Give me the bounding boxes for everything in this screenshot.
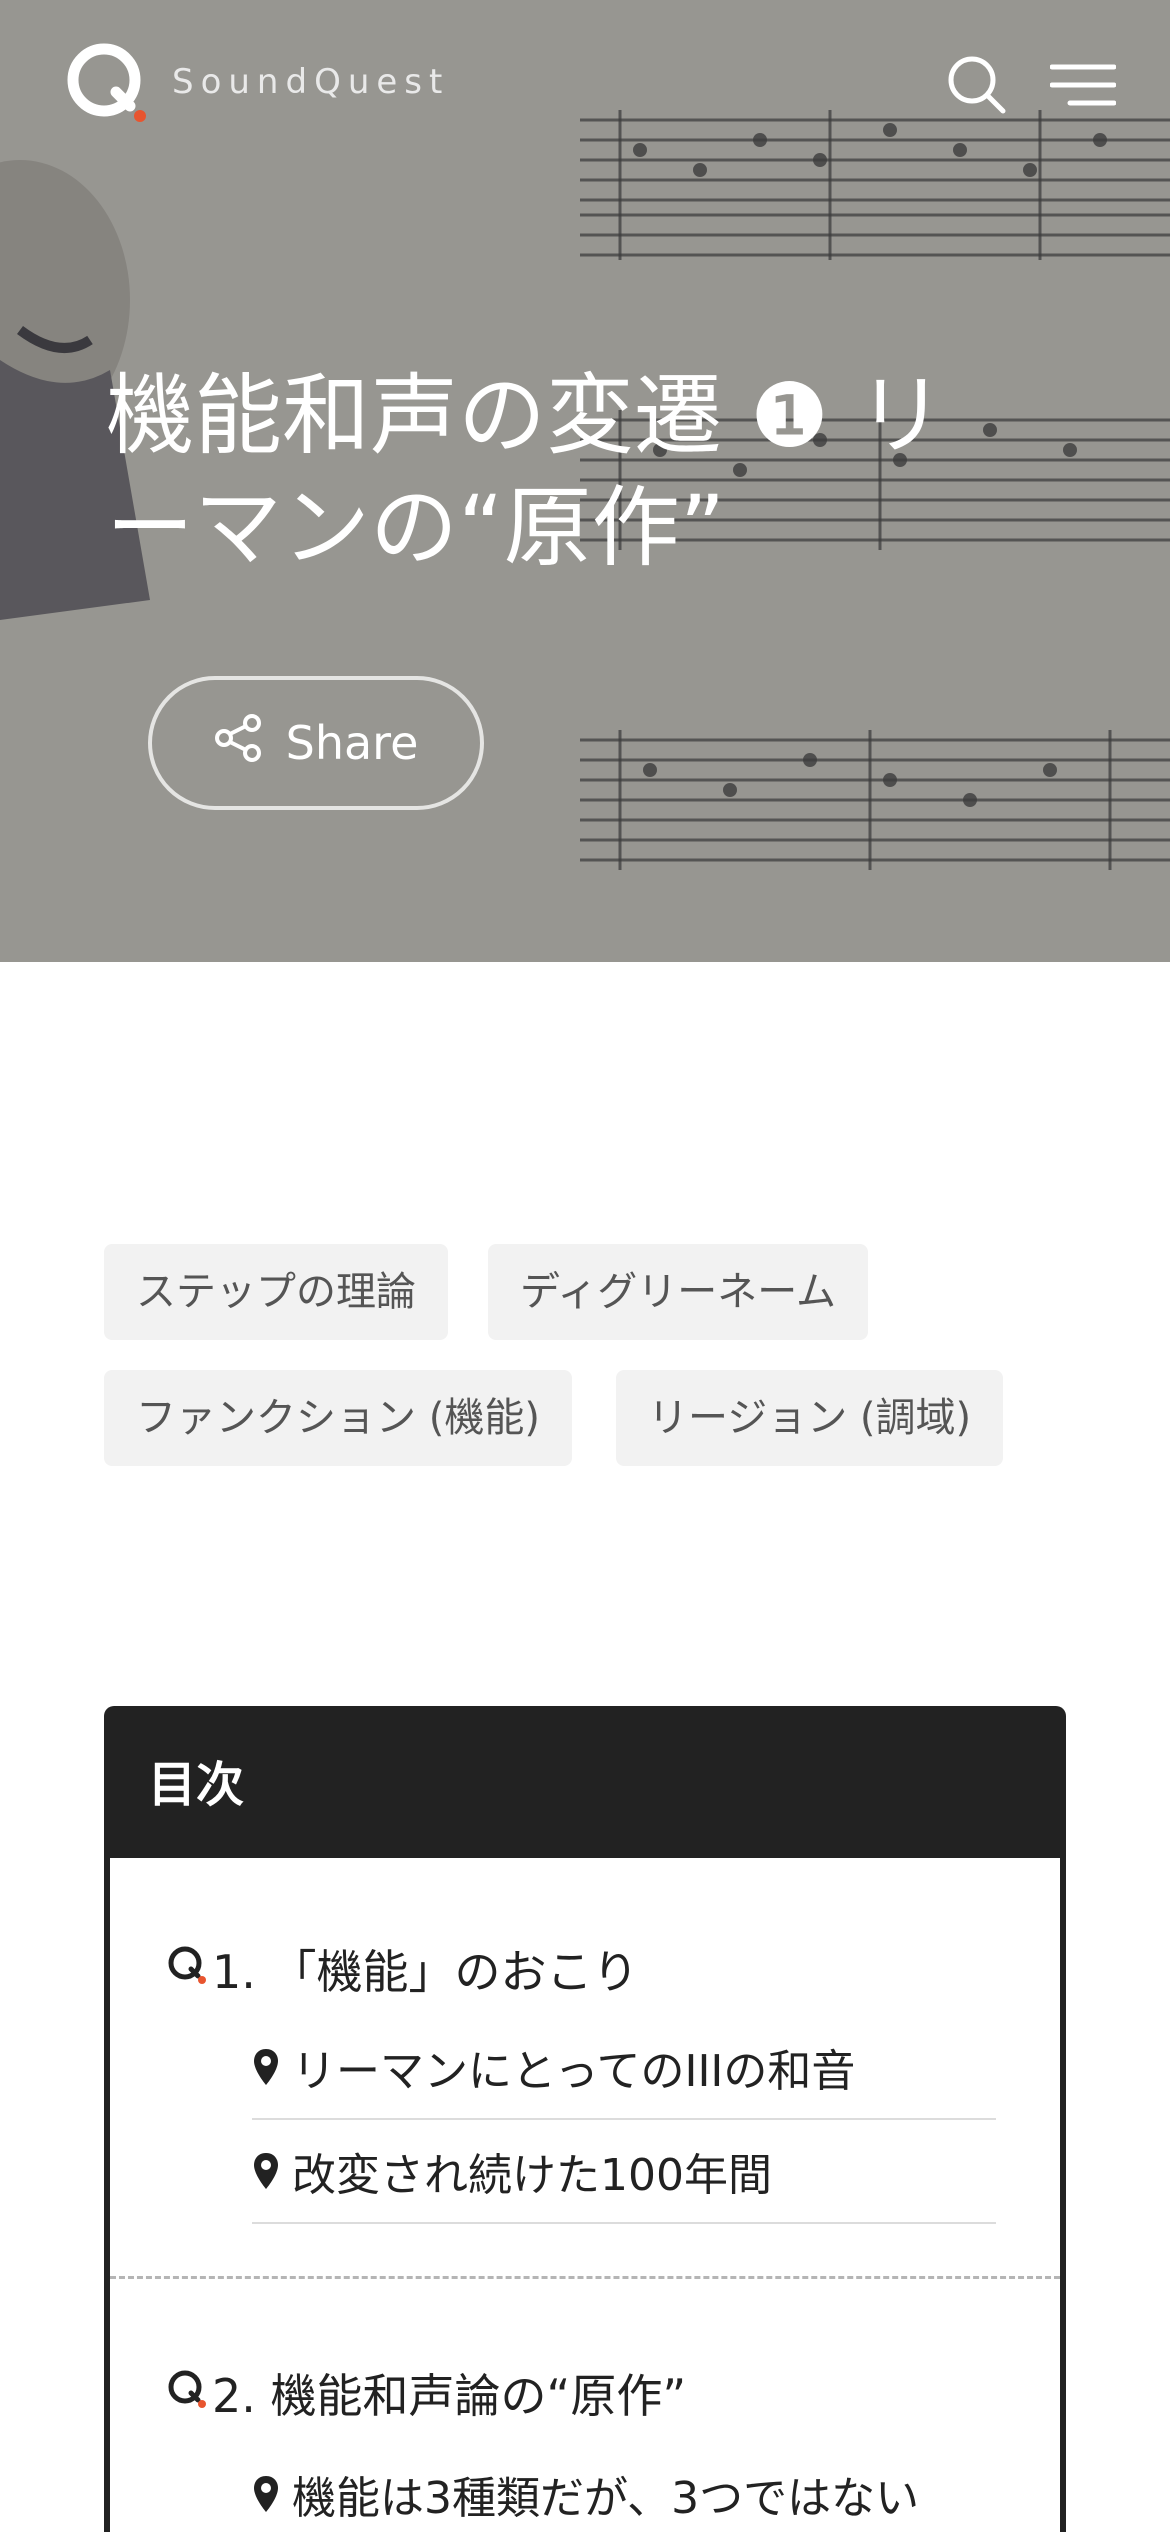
toc-item[interactable]: 機能は3種類だが、3つではない — [252, 2442, 996, 2532]
page-title: 機能和声の変遷 ❶ リーマンの“原作” — [106, 364, 945, 579]
map-pin-icon — [252, 2474, 280, 2514]
tag-degree-name[interactable]: ディグリーネーム — [488, 1244, 868, 1340]
map-pin-icon — [252, 2047, 280, 2087]
search-icon[interactable] — [942, 50, 1012, 120]
q-bullet-icon — [166, 2366, 210, 2421]
toc-item-label: 機能は3種類だが、3つではない — [292, 2473, 920, 2524]
toc-section-1-heading[interactable]: 1. 「機能」のおこり — [166, 1936, 639, 2002]
share-icon — [214, 713, 264, 774]
tag-function[interactable]: ファンクション (機能) — [104, 1370, 572, 1466]
menu-icon[interactable] — [1048, 50, 1118, 120]
toc-section-1-label: 1. 「機能」のおこり — [212, 1945, 639, 1999]
q-bullet-icon — [166, 1942, 210, 1997]
tag-region[interactable]: リージョン (調域) — [616, 1370, 1004, 1466]
hero-banner: SoundQuest 機能和声の変遷 ❶ リーマンの“原作” Share — [0, 0, 1170, 962]
toc-item[interactable]: リーマンにとってのIIIの和音 — [252, 2016, 996, 2120]
table-of-contents: 目次 1. 「機能」のおこり リーマンにとってのIIIの和音 改変され続けた10… — [104, 1706, 1066, 2532]
toc-title: 目次 — [110, 1712, 1060, 1858]
toc-divider — [110, 2276, 1060, 2279]
share-button[interactable]: Share — [148, 676, 484, 810]
toc-item-label: 改変され続けた100年間 — [292, 2150, 772, 2201]
map-pin-icon — [252, 2151, 280, 2191]
share-label: Share — [285, 716, 419, 770]
logo-text: SoundQuest — [172, 62, 450, 102]
logo-q-icon — [64, 40, 148, 124]
site-logo[interactable]: SoundQuest — [64, 40, 449, 124]
toc-item[interactable]: 改変され続けた100年間 — [252, 2120, 996, 2224]
toc-section-2-label: 2. 機能和声論の“原作” — [212, 2369, 687, 2423]
tag-step-theory[interactable]: ステップの理論 — [104, 1244, 448, 1340]
toc-item-label: リーマンにとってのIIIの和音 — [292, 2046, 856, 2097]
toc-section-2-heading[interactable]: 2. 機能和声論の“原作” — [166, 2360, 686, 2426]
